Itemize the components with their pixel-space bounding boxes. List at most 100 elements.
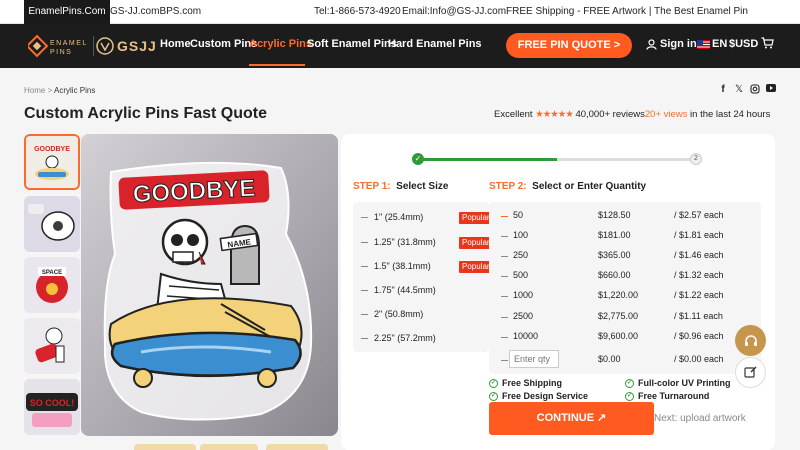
quantity-value: 100 xyxy=(513,230,529,240)
size-option-3[interactable]: 1.5" (38.1mm) Popular xyxy=(361,261,493,275)
check-icon: ✓ xyxy=(489,391,498,401)
quantity-option-2[interactable]: 100 $181.00 / $1.81 each xyxy=(489,230,761,244)
quantity-unit-price: / $0.96 each xyxy=(674,331,724,341)
us-flag-icon xyxy=(697,39,710,49)
instagram-icon[interactable] xyxy=(750,84,760,97)
quantity-option-5[interactable]: 1000 $1,220.00 / $1.22 each xyxy=(489,290,761,304)
quantity-value: 500 xyxy=(513,270,529,280)
nav-home[interactable]: Home xyxy=(160,38,191,50)
user-icon xyxy=(646,38,657,50)
nav-soft-enamel-pins[interactable]: Soft Enamel Pins xyxy=(307,38,397,50)
feature-free-shipping: ✓ Free Shipping xyxy=(489,378,562,388)
custom-quantity-input[interactable] xyxy=(509,350,559,368)
size-option-1[interactable]: 1" (25.4mm) Popular xyxy=(361,212,493,226)
option-tab-1[interactable] xyxy=(134,444,196,450)
quantity-unit-price: / $2.57 each xyxy=(674,210,724,220)
size-label: 2.25" (57.2mm) xyxy=(374,333,436,343)
continue-button[interactable]: CONTINUE ↗ xyxy=(489,402,654,435)
size-option-6[interactable]: 2.25" (57.2mm) xyxy=(361,333,436,347)
custom-quantity-row: $0.00 / $0.00 each xyxy=(489,350,761,368)
quote-panel: ✓ 2 STEP 1: Select Size STEP 2: Select o… xyxy=(341,134,775,450)
dash-icon xyxy=(501,360,508,361)
rating-stars-icon: ★★★★★ xyxy=(535,109,574,120)
thumbnail-1[interactable]: GOODBYE xyxy=(24,134,80,190)
page-title: Custom Acrylic Pins Fast Quote xyxy=(24,105,268,122)
feature-label: Free Design Service xyxy=(502,391,589,401)
gsjj-emblem-icon xyxy=(96,37,114,55)
language-selector[interactable]: EN xyxy=(697,38,727,50)
step2-label: STEP 2: Select or Enter Quantity xyxy=(489,181,646,192)
phone-link[interactable]: Tel:1-866-573-4920 xyxy=(314,0,401,24)
size-list: 1" (25.4mm) Popular 1.25" (31.8mm) Popul… xyxy=(353,202,493,352)
size-label: 1.25" (31.8mm) xyxy=(374,237,436,247)
quantity-unit-price: / $1.81 each xyxy=(674,230,724,240)
size-label: 1.75" (44.5mm) xyxy=(374,285,436,295)
step2-indicator: 2 xyxy=(690,153,702,165)
site-tab-gsjj[interactable]: GS-JJ.comBPS.com xyxy=(110,0,201,24)
dash-icon xyxy=(361,290,368,292)
free-pin-quote-button[interactable]: FREE PIN QUOTE > xyxy=(506,33,632,58)
size-label: 2" (50.8mm) xyxy=(374,309,424,319)
progress-fill xyxy=(419,158,557,161)
custom-quantity-price: $0.00 xyxy=(598,354,621,364)
nav-acrylic-pins[interactable]: Acrylic Pins xyxy=(249,38,312,50)
main-product-image[interactable]: GOODBYE NAME xyxy=(81,134,338,436)
dash-icon xyxy=(361,338,368,340)
quantity-unit-price: / $1.46 each xyxy=(674,250,724,260)
signin-label: Sign in xyxy=(660,38,697,50)
youtube-icon[interactable] xyxy=(766,84,776,97)
reviews-count[interactable]: 40,000+ reviews xyxy=(575,109,644,120)
promo-text: FREE Shipping - FREE Artwork | The Best … xyxy=(506,6,748,41)
nav-custom-pins[interactable]: Custom Pins xyxy=(190,38,257,50)
quantity-price: $181.00 xyxy=(598,230,631,240)
quantity-option-3[interactable]: 250 $365.00 / $1.46 each xyxy=(489,250,761,264)
gsjj-logo[interactable]: GSJJ xyxy=(96,34,157,58)
option-tab-3[interactable] xyxy=(266,444,328,450)
nav-hard-enamel-pins[interactable]: Hard Enamel Pins xyxy=(388,38,482,50)
logo-divider xyxy=(93,36,94,56)
feature-free-turnaround: ✓ Free Turnaround xyxy=(625,391,709,401)
thumbnail-2[interactable] xyxy=(24,196,80,252)
thumbnail-3[interactable]: SPACE xyxy=(24,257,80,313)
feature-label: Free Shipping xyxy=(502,378,563,388)
currency-selector[interactable]: $USD xyxy=(729,38,758,50)
thumbnail-5[interactable]: SO COOL! xyxy=(24,379,80,435)
thumbnail-4[interactable] xyxy=(24,318,80,374)
quantity-option-7[interactable]: 10000 $9,600.00 / $0.96 each xyxy=(489,331,761,345)
option-tab-2[interactable] xyxy=(200,444,258,450)
quantity-price: $365.00 xyxy=(598,250,631,260)
nav-active-indicator xyxy=(249,64,305,66)
size-option-2[interactable]: 1.25" (31.8mm) Popular xyxy=(361,237,493,251)
size-option-5[interactable]: 2" (50.8mm) xyxy=(361,309,423,323)
check-icon: ✓ xyxy=(489,378,498,388)
views-count: 20+ views xyxy=(644,109,688,120)
quantity-option-4[interactable]: 500 $660.00 / $1.32 each xyxy=(489,270,761,284)
language-label: EN xyxy=(712,38,728,50)
dash-icon xyxy=(501,276,508,277)
facebook-icon[interactable]: f xyxy=(718,84,728,97)
quantity-price: $9,600.00 xyxy=(598,331,639,341)
breadcrumb: Home > Acrylic Pins xyxy=(24,86,95,95)
support-headset-icon[interactable] xyxy=(735,325,766,356)
enamel-pins-logo[interactable]: ENAMEL PINS xyxy=(25,34,90,58)
email-link[interactable]: Email:Info@GS-JJ.com xyxy=(402,0,506,24)
cart-icon[interactable] xyxy=(761,37,774,52)
signin-link[interactable]: Sign in xyxy=(646,38,697,50)
quantity-price: $1,220.00 xyxy=(598,290,639,300)
quantity-option-6[interactable]: 2500 $2,775.00 / $1.11 each xyxy=(489,311,761,325)
x-icon[interactable]: 𝕏 xyxy=(734,84,744,97)
quantity-price: $2,775.00 xyxy=(598,311,639,321)
message-edit-icon[interactable] xyxy=(735,357,766,388)
top-bar: EnamelPins.Com GS-JJ.comBPS.com Tel:1-86… xyxy=(0,0,800,41)
feature-label: Free Turnaround xyxy=(638,391,710,401)
step1-title: Select Size xyxy=(396,181,449,192)
site-tab-enamelpins[interactable]: EnamelPins.Com xyxy=(24,0,110,24)
size-option-4[interactable]: 1.75" (44.5mm) xyxy=(361,285,436,299)
dash-icon xyxy=(501,236,508,237)
gsjj-logo-text: GSJJ xyxy=(117,38,157,54)
feature-label: Full-color UV Printing xyxy=(638,378,731,388)
quantity-option-1[interactable]: 50 $128.50 / $2.57 each xyxy=(489,210,761,224)
reviews-rating-text: Excellent xyxy=(494,109,533,120)
breadcrumb-separator: > xyxy=(45,86,55,95)
breadcrumb-home[interactable]: Home xyxy=(24,86,45,95)
